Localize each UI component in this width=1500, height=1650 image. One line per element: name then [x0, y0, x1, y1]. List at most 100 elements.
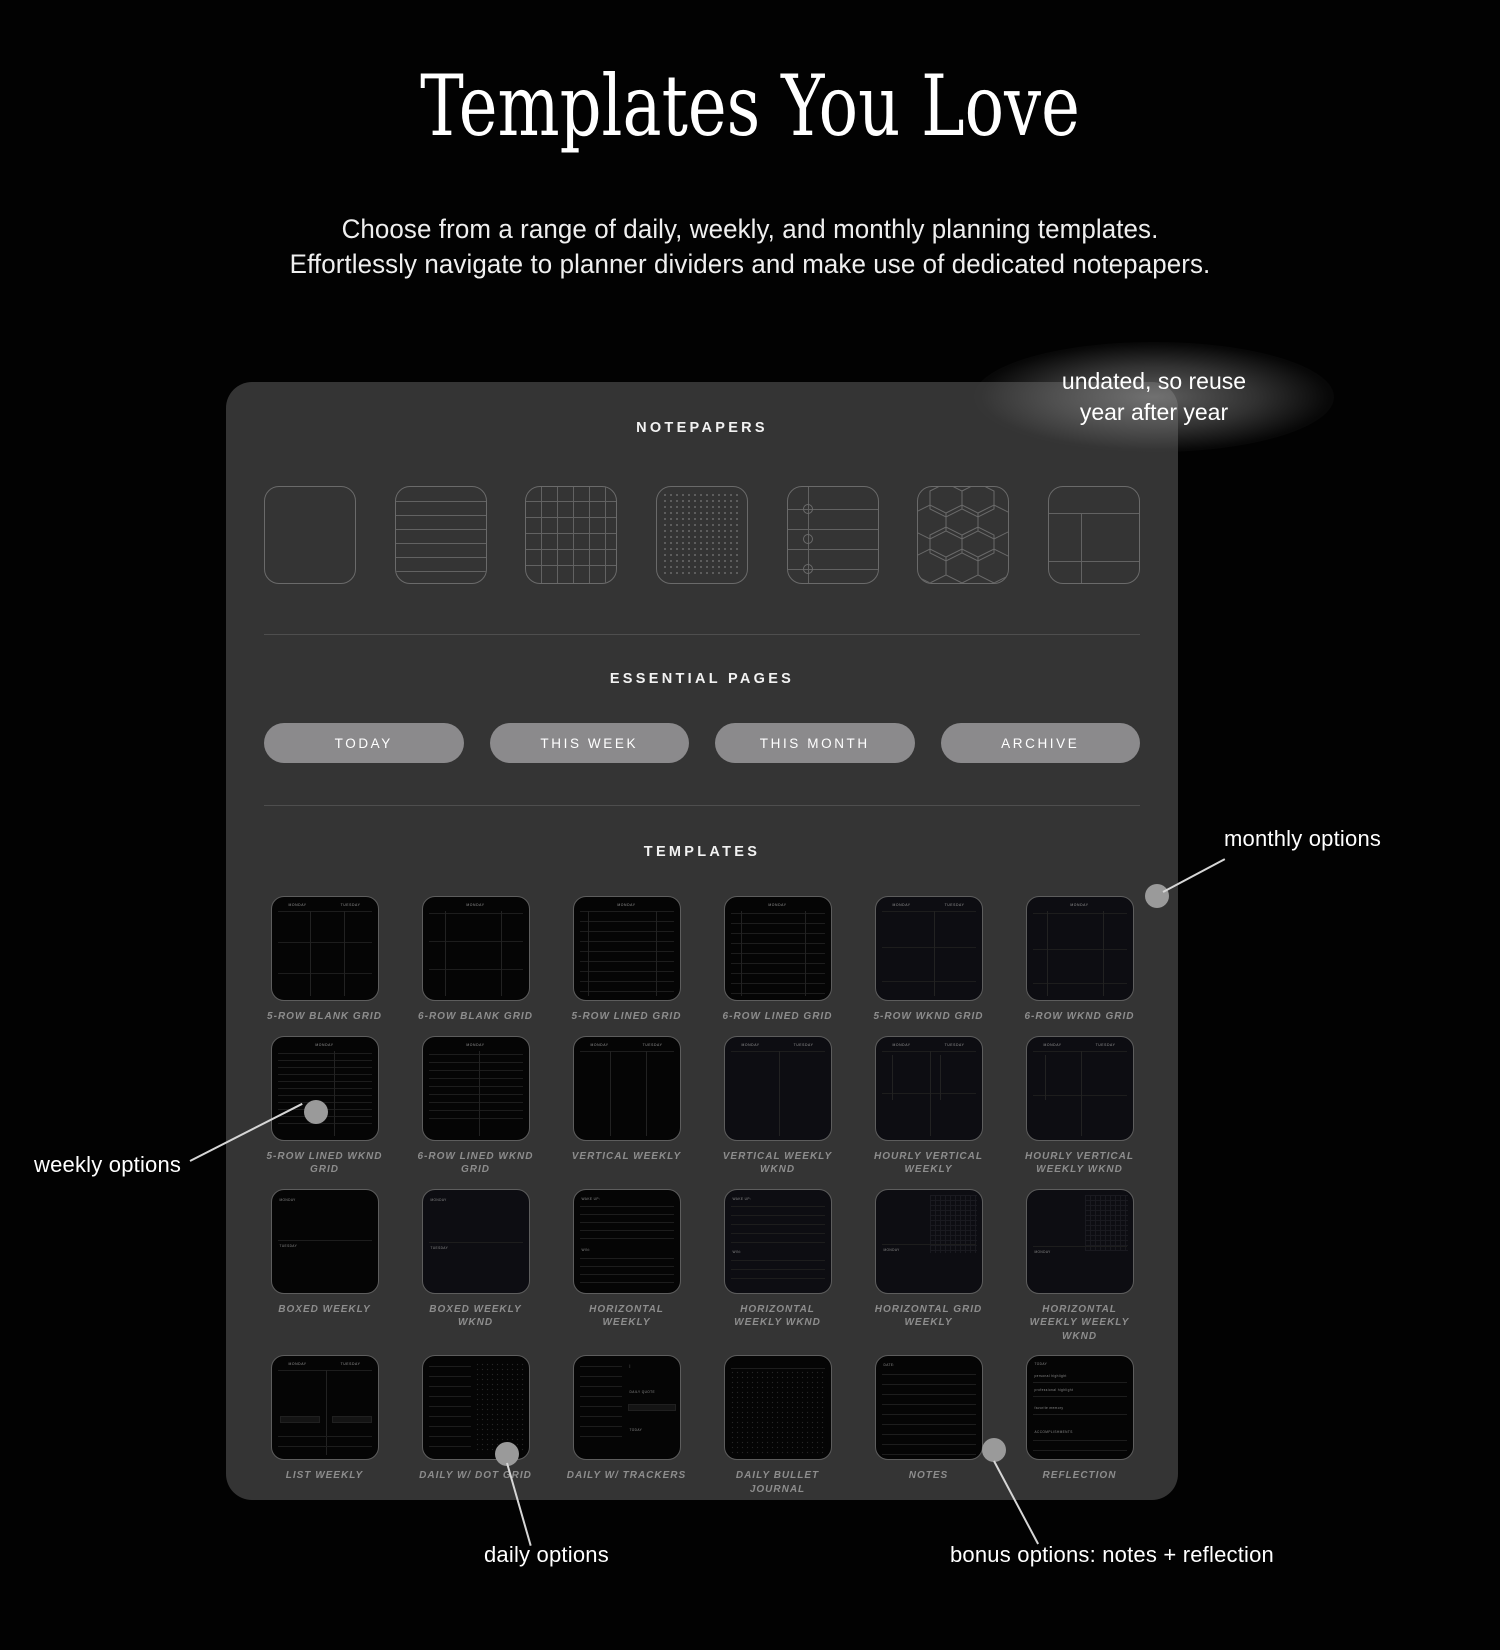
template-thumb[interactable]: MONDAY — [1025, 1188, 1134, 1294]
templates-heading: TEMPLATES — [643, 844, 761, 860]
notepaper-split[interactable] — [1047, 486, 1140, 584]
notepaper-cornell[interactable] — [786, 486, 879, 584]
notepaper-grid[interactable] — [525, 486, 618, 584]
template-label: VERTICAL WEEKLY WKND — [722, 1150, 833, 1176]
dot-grid-paper-icon — [661, 492, 742, 578]
page-subtitle: Choose from a range of daily, weekly, an… — [30, 212, 1470, 281]
annotation-dot-weekly — [304, 1100, 328, 1124]
notepaper-hexagon[interactable] — [917, 486, 1010, 584]
template-thumb[interactable]: MONDAY — [572, 896, 681, 1001]
template-item[interactable]: DATE: NOTES — [868, 1355, 989, 1496]
template-item[interactable]: MONDAY TUESDAY VERTICAL WEEKLY WKND — [717, 1035, 838, 1177]
template-item[interactable]: MONDAY TUESDAY BOXED WEEKLY WKND — [415, 1188, 536, 1344]
callout-undated-line-1: undated, so reuse — [1061, 367, 1247, 394]
notepaper-lined[interactable] — [394, 486, 487, 584]
tablet-panel: NOTEPAPERS ESSENTIAL PAGES TODAY THIS WE… — [226, 382, 1178, 1500]
template-label: DAILY BULLET JOURNAL — [735, 1470, 820, 1495]
template-item[interactable]: MONDAY TUESDAY 5-ROW WKND GRID — [868, 896, 989, 1024]
template-thumb[interactable]: DATE: — [874, 1355, 983, 1460]
template-thumb[interactable]: MONDAY — [723, 896, 832, 1001]
notepaper-blank[interactable] — [264, 486, 356, 584]
template-label: NOTES — [908, 1470, 949, 1481]
template-thumb[interactable]: TODAY personal highlight professional hi… — [1025, 1355, 1134, 1460]
callout-undated: undated, so reuse year after year — [974, 342, 1334, 452]
template-thumb[interactable]: MONDAY TUESDAY — [874, 1035, 983, 1141]
template-label: DAILY W/ DOT GRID — [419, 1470, 532, 1481]
template-thumb[interactable]: MONDAY — [270, 1035, 379, 1141]
button-this-week[interactable]: THIS WEEK — [489, 723, 689, 763]
button-this-month[interactable]: THIS MONTH — [715, 723, 915, 763]
template-thumb[interactable]: MONDAY — [874, 1188, 983, 1294]
template-item[interactable]: TODAY personal highlight professional hi… — [1019, 1355, 1140, 1496]
template-item[interactable]: DAILY W/ DOT GRID — [415, 1355, 536, 1496]
template-thumb[interactable]: MONDAY TUESDAY — [572, 1035, 681, 1141]
callout-undated-line-2: year after year — [1079, 399, 1229, 425]
template-item[interactable]: MONDAY HORIZONTAL WEEKLY WEEKLY WKND — [1019, 1188, 1140, 1344]
template-label: LIST WEEKLY — [285, 1470, 364, 1481]
template-item[interactable]: DAILY BULLET JOURNAL — [717, 1355, 838, 1496]
template-thumb[interactable]: MONDAY — [1025, 896, 1134, 1001]
template-thumb[interactable]: MONDAY — [421, 1035, 530, 1141]
template-item[interactable]: MONDAY TUESDAY HOURLY VERTICAL WEEKLY — [868, 1035, 989, 1177]
template-thumb[interactable]: MONDAY TUESDAY — [874, 896, 983, 1001]
template-label: 5-ROW BLANK GRID — [267, 1011, 382, 1022]
template-item[interactable]: WAKE UP: WIN: HORIZONTAL WEEKLY WKND — [717, 1188, 838, 1344]
template-thumb[interactable]: MONDAY TUESDAY — [270, 1355, 379, 1460]
template-thumb[interactable]: MONDAY TUESDAY — [723, 1035, 832, 1141]
template-item[interactable]: MONDAY HORIZONTAL GRID WEEKLY — [868, 1188, 989, 1344]
template-item[interactable]: MONDAY TUESDAY LIST WEEKLY — [264, 1355, 385, 1496]
template-label: HOURLY VERTICAL WEEKLY WKND — [1025, 1150, 1134, 1176]
template-thumb[interactable]: MONDAY TUESDAY — [421, 1188, 530, 1294]
template-item[interactable]: MONDAY 6-ROW LINED WKND GRID — [415, 1035, 536, 1177]
annotation-dot-bonus — [982, 1438, 1006, 1462]
subtitle-line-1: Choose from a range of daily, weekly, an… — [341, 214, 1159, 244]
template-item[interactable]: MONDAY TUESDAY 5-ROW BLANK GRID — [264, 896, 385, 1024]
template-item[interactable]: MONDAY 6-ROW BLANK GRID — [415, 896, 536, 1024]
page-title: Templates You Love — [420, 57, 1080, 155]
divider-1 — [264, 634, 1140, 635]
template-item[interactable]: MONDAY 6-ROW WKND GRID — [1019, 896, 1140, 1024]
template-label: 5-ROW LINED WKND GRID — [266, 1150, 383, 1176]
template-label: DAILY W/ TRACKERS — [566, 1470, 687, 1481]
template-thumb[interactable]: WAKE UP: WIN: — [572, 1188, 681, 1294]
grid-paper-icon — [526, 487, 617, 583]
templates-grid: MONDAY TUESDAY 5-ROW BLANK GRID MONDAY 6-… — [226, 896, 1178, 1496]
template-item[interactable]: | DAILY QUOTE TODAY DAILY W/ TRACKERS — [566, 1355, 687, 1496]
template-label: HORIZONTAL WEEKLY — [589, 1303, 664, 1329]
template-thumb[interactable]: | DAILY QUOTE TODAY — [572, 1355, 681, 1460]
template-item[interactable]: MONDAY TUESDAY VERTICAL WEEKLY — [566, 1035, 687, 1177]
template-thumb[interactable]: MONDAY TUESDAY — [270, 1188, 379, 1294]
template-label: HORIZONTAL WEEKLY WKND — [734, 1303, 821, 1329]
essential-pages-heading: ESSENTIAL PAGES — [609, 671, 795, 687]
template-item[interactable]: WAKE UP: WIN: HORIZONTAL WEEKLY — [566, 1188, 687, 1344]
template-thumb[interactable]: MONDAY TUESDAY — [1025, 1035, 1134, 1141]
cornell-paper-icon — [787, 487, 878, 583]
template-label: 6-ROW WKND GRID — [1024, 1011, 1135, 1022]
template-label: HORIZONTAL GRID WEEKLY — [874, 1303, 983, 1329]
lined-paper-icon — [395, 487, 486, 583]
template-thumb[interactable]: MONDAY TUESDAY — [270, 896, 379, 1001]
template-label: 5-ROW WKND GRID — [873, 1011, 984, 1022]
template-thumb[interactable]: MONDAY — [421, 896, 530, 1001]
blank-paper-icon — [265, 487, 355, 583]
annotation-bonus: bonus options: notes + reflection — [950, 1542, 1274, 1567]
template-label: BOXED WEEKLY WKND — [429, 1303, 522, 1329]
template-item[interactable]: MONDAY 6-ROW LINED GRID — [717, 896, 838, 1024]
hexagon-paper-icon — [918, 487, 1009, 583]
template-thumb[interactable]: WAKE UP: WIN: — [723, 1188, 832, 1294]
template-item[interactable]: MONDAY TUESDAY HOURLY VERTICAL WEEKLY WKN… — [1019, 1035, 1140, 1177]
essential-pages-buttons: TODAY THIS WEEK THIS MONTH ARCHIVE — [226, 723, 1178, 763]
button-archive[interactable]: ARCHIVE — [940, 723, 1140, 763]
template-label: 6-ROW BLANK GRID — [418, 1011, 533, 1022]
template-thumb[interactable] — [723, 1355, 832, 1460]
subtitle-line-2: Effortlessly navigate to planner divider… — [289, 248, 1211, 279]
button-today[interactable]: TODAY — [264, 723, 464, 763]
template-item[interactable]: MONDAY 5-ROW LINED GRID — [566, 896, 687, 1024]
template-label: 6-ROW LINED GRID — [722, 1011, 833, 1022]
notepapers-row — [226, 486, 1178, 584]
annotation-daily: daily options — [484, 1542, 609, 1567]
template-item[interactable]: MONDAY TUESDAY BOXED WEEKLY — [264, 1188, 385, 1344]
annotation-dot-monthly — [1145, 884, 1169, 908]
annotation-weekly: weekly options — [34, 1152, 182, 1177]
notepaper-dotted[interactable] — [655, 486, 748, 584]
